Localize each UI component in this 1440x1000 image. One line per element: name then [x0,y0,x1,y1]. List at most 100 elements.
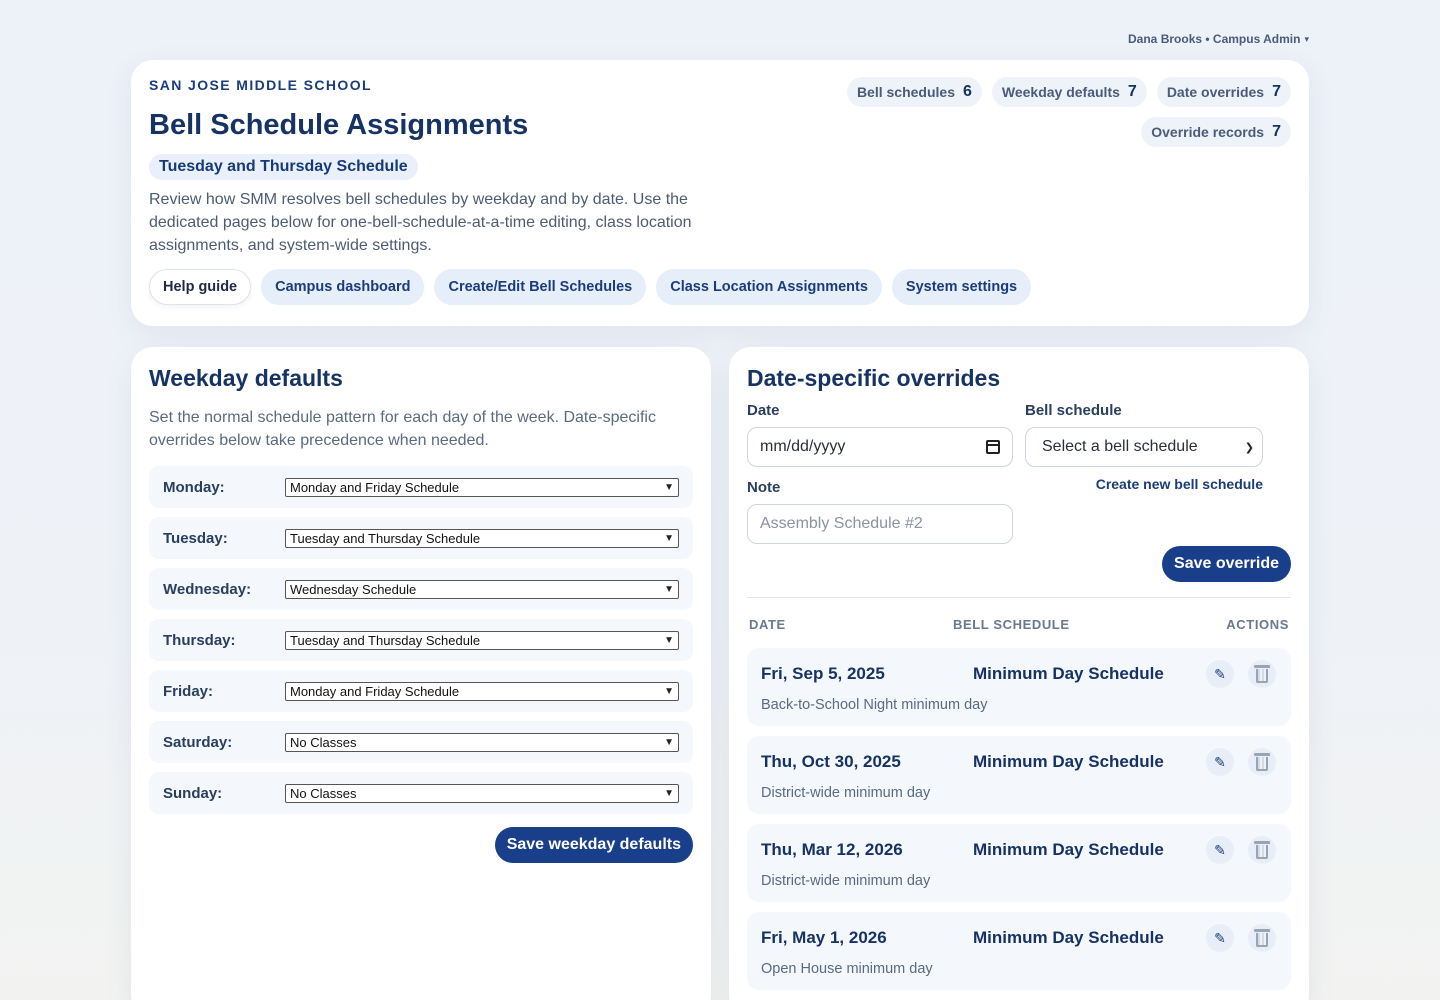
day-label: Wednesday: [163,580,252,598]
stat-bell-schedules: Bell schedules 6 [846,77,982,107]
caret-down-icon: ▾ [1304,33,1309,44]
calendar-icon[interactable] [986,440,1000,454]
campus-dashboard-button[interactable]: Campus dashboard [261,269,425,305]
override-date: Fri, May 1, 2026 [761,928,887,947]
nav-row: Help guide Campus dashboard Create/Edit … [149,269,1291,305]
system-settings-button[interactable]: System settings [891,269,1032,305]
stat-weekday-defaults: Weekday defaults 7 [991,77,1147,107]
note-input[interactable]: Assembly Schedule #2 [747,504,1013,544]
chevron-down-icon: ▼ [664,685,674,697]
column-header-date: DATE [749,617,786,632]
stat-value: 7 [1127,83,1137,100]
sunday-schedule-select[interactable]: No Classes ▼ [285,783,679,803]
thursday-schedule-select[interactable]: Tuesday and Thursday Schedule ▼ [285,630,679,650]
override-schedule: Minimum Day Schedule [973,840,1164,859]
chevron-down-icon: ▼ [664,634,674,646]
day-label: Tuesday: [163,529,228,547]
stat-value: 7 [1272,83,1281,100]
override-schedule: Minimum Day Schedule [973,664,1164,683]
tuesday-schedule-select[interactable]: Tuesday and Thursday Schedule ▼ [285,528,679,548]
save-override-button[interactable]: Save override [1162,546,1291,582]
pencil-icon[interactable]: ✎ [1206,924,1234,952]
weekday-row-saturday: Saturday: No Classes ▼ [149,721,693,763]
override-date: Thu, Mar 12, 2026 [761,840,903,859]
select-value: No Classes [290,734,357,750]
date-input[interactable]: mm/dd/yyyy [747,427,1013,467]
stat-value: 7 [1272,123,1281,140]
pencil-icon[interactable]: ✎ [1206,836,1234,864]
trash-icon[interactable] [1248,924,1276,952]
create-new-bell-schedule-link[interactable]: Create new bell schedule [1096,476,1263,492]
chevron-down-icon: ▼ [664,481,674,493]
edit-bell-schedules-button[interactable]: Create/Edit Bell Schedules [434,269,647,305]
weekday-row-monday: Monday: Monday and Friday Schedule ▼ [149,466,693,508]
chevron-down-icon: ▼ [664,736,674,748]
select-value: Tuesday and Thursday Schedule [290,632,481,648]
stat-label: Weekday defaults [1001,84,1120,100]
date-overrides-title: Date-specific overrides [747,365,1001,391]
override-note: Open House minimum day [761,961,933,977]
date-overrides-card: Date-specific overrides Date mm/dd/yyyy … [729,347,1309,1000]
monday-schedule-select[interactable]: Monday and Friday Schedule ▼ [285,477,679,497]
bell-schedule-select-value: Select a bell schedule [1042,438,1198,455]
chevron-down-icon: ▼ [664,787,674,799]
override-date: Fri, Sep 5, 2025 [761,664,885,683]
today-schedule-chip: Tuesday and Thursday Schedule [149,154,418,180]
overrides-list: Fri, Sep 5, 2025 Minimum Day Schedule Ba… [747,648,1291,990]
override-row: Thu, Oct 30, 2025 Minimum Day Schedule D… [747,736,1291,814]
select-value: Monday and Friday Schedule [290,683,460,699]
chevron-down-icon: ❯ [1244,441,1254,454]
header-card: SAN JOSE MIDDLE SCHOOL Bell Schedule Ass… [131,60,1309,326]
date-label: Date [747,402,780,419]
trash-icon[interactable] [1248,748,1276,776]
weekday-defaults-card: Weekday defaults Set the normal schedule… [131,347,711,1000]
friday-schedule-select[interactable]: Monday and Friday Schedule ▼ [285,681,679,701]
weekday-row-wednesday: Wednesday: Wednesday Schedule ▼ [149,568,693,610]
pencil-icon[interactable]: ✎ [1206,660,1234,688]
override-schedule: Minimum Day Schedule [973,928,1164,947]
wednesday-schedule-select[interactable]: Wednesday Schedule ▼ [285,579,679,599]
note-input-placeholder: Assembly Schedule #2 [760,515,923,532]
class-location-assignments-button[interactable]: Class Location Assignments [656,269,882,305]
stat-label: Bell schedules [856,84,955,100]
select-value: Wednesday Schedule [290,581,417,597]
saturday-schedule-select[interactable]: No Classes ▼ [285,732,679,752]
column-header-actions: ACTIONS [1226,617,1289,632]
stat-label: Date overrides [1166,84,1265,100]
chevron-down-icon: ▼ [664,532,674,544]
override-row: Fri, Sep 5, 2025 Minimum Day Schedule Ba… [747,648,1291,726]
stat-date-overrides: Date overrides 7 [1156,77,1291,107]
override-note: District-wide minimum day [761,785,931,801]
overrides-table-header: DATE BELL SCHEDULE ACTIONS [747,598,1291,648]
day-label: Sunday: [163,784,223,802]
stat-override-records: Override records 7 [1141,117,1291,147]
date-input-value: mm/dd/yyyy [760,438,846,455]
select-value: Monday and Friday Schedule [290,479,460,495]
bell-schedule-select[interactable]: Select a bell schedule ❯ [1025,427,1263,467]
pencil-icon[interactable]: ✎ [1206,748,1234,776]
weekday-defaults-description: Set the normal schedule pattern for each… [149,409,656,449]
trash-icon[interactable] [1248,836,1276,864]
save-weekday-defaults-button[interactable]: Save weekday defaults [494,827,693,863]
weekday-row-tuesday: Tuesday: Tuesday and Thursday Schedule ▼ [149,517,693,559]
weekday-row-friday: Friday: Monday and Friday Schedule ▼ [149,670,693,712]
day-label: Saturday: [163,733,233,751]
stat-label: Override records [1151,124,1265,140]
stats-group: Bell schedules 6 Weekday defaults 7 Date… [811,77,1291,147]
override-note: Back-to-School Night minimum day [761,697,988,713]
day-label: Thursday: [163,631,236,649]
override-date: Thu, Oct 30, 2025 [761,752,901,771]
user-menu-label: Dana Brooks • Campus Admin [1128,32,1301,46]
select-value: No Classes [290,785,357,801]
override-row: Fri, May 1, 2026 Minimum Day Schedule Op… [747,912,1291,990]
override-form: Date mm/dd/yyyy Bell schedule Select a b… [747,402,1291,597]
user-menu[interactable]: Dana Brooks • Campus Admin ▾ [1128,32,1309,46]
trash-icon[interactable] [1248,660,1276,688]
day-label: Monday: [163,478,225,496]
column-header-bell-schedule: BELL SCHEDULE [953,617,1070,632]
weekday-row-thursday: Thursday: Tuesday and Thursday Schedule … [149,619,693,661]
help-guide-button[interactable]: Help guide [149,269,252,305]
chevron-down-icon: ▼ [664,583,674,595]
day-label: Friday: [163,682,214,700]
weekday-row-sunday: Sunday: No Classes ▼ [149,772,693,814]
